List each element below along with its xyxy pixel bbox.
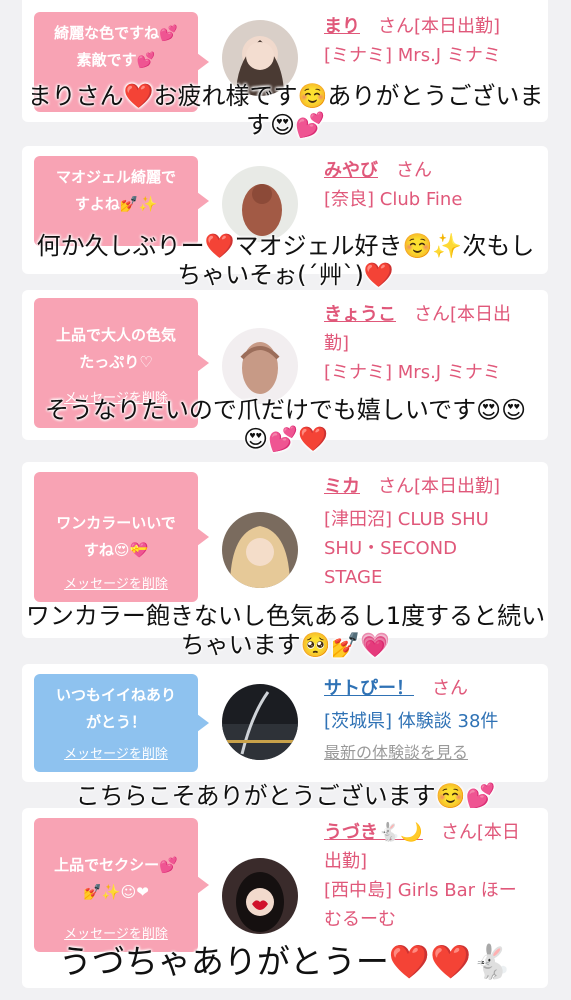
girl-info: サトぴー！ さん [茨城県] 体験談 38件 最新の体験談を見る bbox=[324, 674, 538, 767]
girl-info: うづき🐇🌙 さん[本日 出勤] [西中島] Girls Bar ほー むるーむ bbox=[324, 818, 538, 934]
message-bubble: ワンカラーいいで すね😍💝 メッセージを削除 bbox=[34, 472, 209, 602]
avatar-photo bbox=[222, 858, 298, 934]
girl-info: ミカ さん[本日出勤] [津田沼] CLUB SHU SHU・SECOND ST… bbox=[324, 472, 538, 592]
caption: こちらこそありがとうございます☺️💕 bbox=[75, 782, 496, 810]
delete-message-link[interactable]: メッセージを削除 bbox=[34, 923, 198, 942]
shop-info-cont: STAGE bbox=[324, 567, 383, 588]
delete-message-link[interactable]: メッセージを削除 bbox=[34, 743, 198, 762]
message-text: ワンカラーいいで すね😍💝 bbox=[56, 514, 176, 559]
shop-info-cont: むるーむ bbox=[324, 909, 396, 930]
message-bubble: いつもイイねあり がとう！ メッセージを削除 bbox=[34, 674, 209, 772]
work-status-cont: 勤] bbox=[324, 333, 350, 354]
shop-info: [ミナミ] Mrs.J ミナミ bbox=[324, 45, 501, 66]
girl-name-link[interactable]: みやび bbox=[324, 160, 378, 181]
work-status: さん[本日出勤] bbox=[378, 16, 501, 37]
girl-info: まり さん[本日出勤] [ミナミ] Mrs.J ミナミ bbox=[324, 12, 538, 70]
message-card: いつもイイねあり がとう！ メッセージを削除 サトぴー！ さん [茨城県] 体験… bbox=[22, 664, 548, 782]
message-text: 上品でセクシー💕 💅✨☺❤ bbox=[54, 856, 178, 901]
work-status: さん[本日出 bbox=[414, 304, 512, 325]
caption: まりさん❤️お疲れ様です☺️ありがとうございま す😍💕 bbox=[27, 82, 544, 139]
avatar[interactable] bbox=[222, 858, 298, 934]
work-status: さん[本日出勤] bbox=[378, 476, 501, 497]
message-text: いつもイイねあり がとう！ bbox=[55, 686, 176, 731]
shop-info: [津田沼] CLUB SHU bbox=[324, 509, 489, 530]
user-name-link[interactable]: サトぴー！ bbox=[324, 678, 414, 699]
work-status: さん bbox=[396, 160, 432, 181]
honorific: さん bbox=[432, 678, 468, 699]
shop-info-cont: SHU・SECOND bbox=[324, 538, 457, 559]
girl-name-link[interactable]: きょうこ bbox=[324, 304, 396, 325]
girl-name-link[interactable]: まり bbox=[324, 16, 360, 37]
caption: ワンカラー飽きないし色気あるし1度すると続い ちゃいます🥺💅💗 bbox=[25, 602, 546, 659]
message-text: マオジェル綺麗で すよね💅✨ bbox=[55, 168, 176, 213]
user-info: [茨城県] 体験談 38件 bbox=[324, 711, 499, 732]
avatar-photo bbox=[222, 512, 298, 588]
latest-review-link[interactable]: 最新の体験談を見る bbox=[324, 743, 468, 762]
caption: うづちゃありがとうー❤️❤️🐇 bbox=[58, 942, 513, 981]
girl-name-link[interactable]: ミカ bbox=[324, 476, 360, 497]
shop-info: [奈良] Club Fine bbox=[324, 189, 463, 210]
girl-info: きょうこ さん[本日出 勤] [ミナミ] Mrs.J ミナミ bbox=[324, 300, 538, 387]
avatar[interactable] bbox=[222, 166, 298, 242]
work-status-cont: 出勤] bbox=[324, 851, 368, 872]
avatar-photo bbox=[222, 684, 298, 760]
message-text: 上品で大人の色気 たっぷり♡ bbox=[55, 326, 176, 371]
delete-message-link[interactable]: メッセージを削除 bbox=[34, 573, 198, 592]
shop-info: [ミナミ] Mrs.J ミナミ bbox=[324, 362, 501, 383]
caption: そうなりたいので爪だけでも嬉しいです😍😍 😍💕❤️ bbox=[44, 396, 527, 453]
message-bubble: 上品でセクシー💕 💅✨☺❤ メッセージを削除 bbox=[34, 818, 209, 952]
girl-name-link[interactable]: うづき🐇🌙 bbox=[324, 822, 423, 843]
work-status: さん[本日 bbox=[440, 822, 520, 843]
girl-info: みやび さん [奈良] Club Fine bbox=[324, 156, 538, 214]
caption: 何か久しぶりー❤️マオジェル好き☺️✨次もし ちゃいそぉ(´艸`)❤️ bbox=[36, 232, 535, 289]
avatar-photo bbox=[222, 166, 298, 242]
avatar[interactable] bbox=[222, 512, 298, 588]
avatar[interactable] bbox=[222, 684, 298, 760]
avatar-photo bbox=[222, 328, 298, 404]
avatar[interactable] bbox=[222, 328, 298, 404]
shop-info: [西中島] Girls Bar ほー bbox=[324, 880, 517, 901]
message-text: 綺麗な色ですね💕 素敵です💕 bbox=[54, 24, 178, 69]
